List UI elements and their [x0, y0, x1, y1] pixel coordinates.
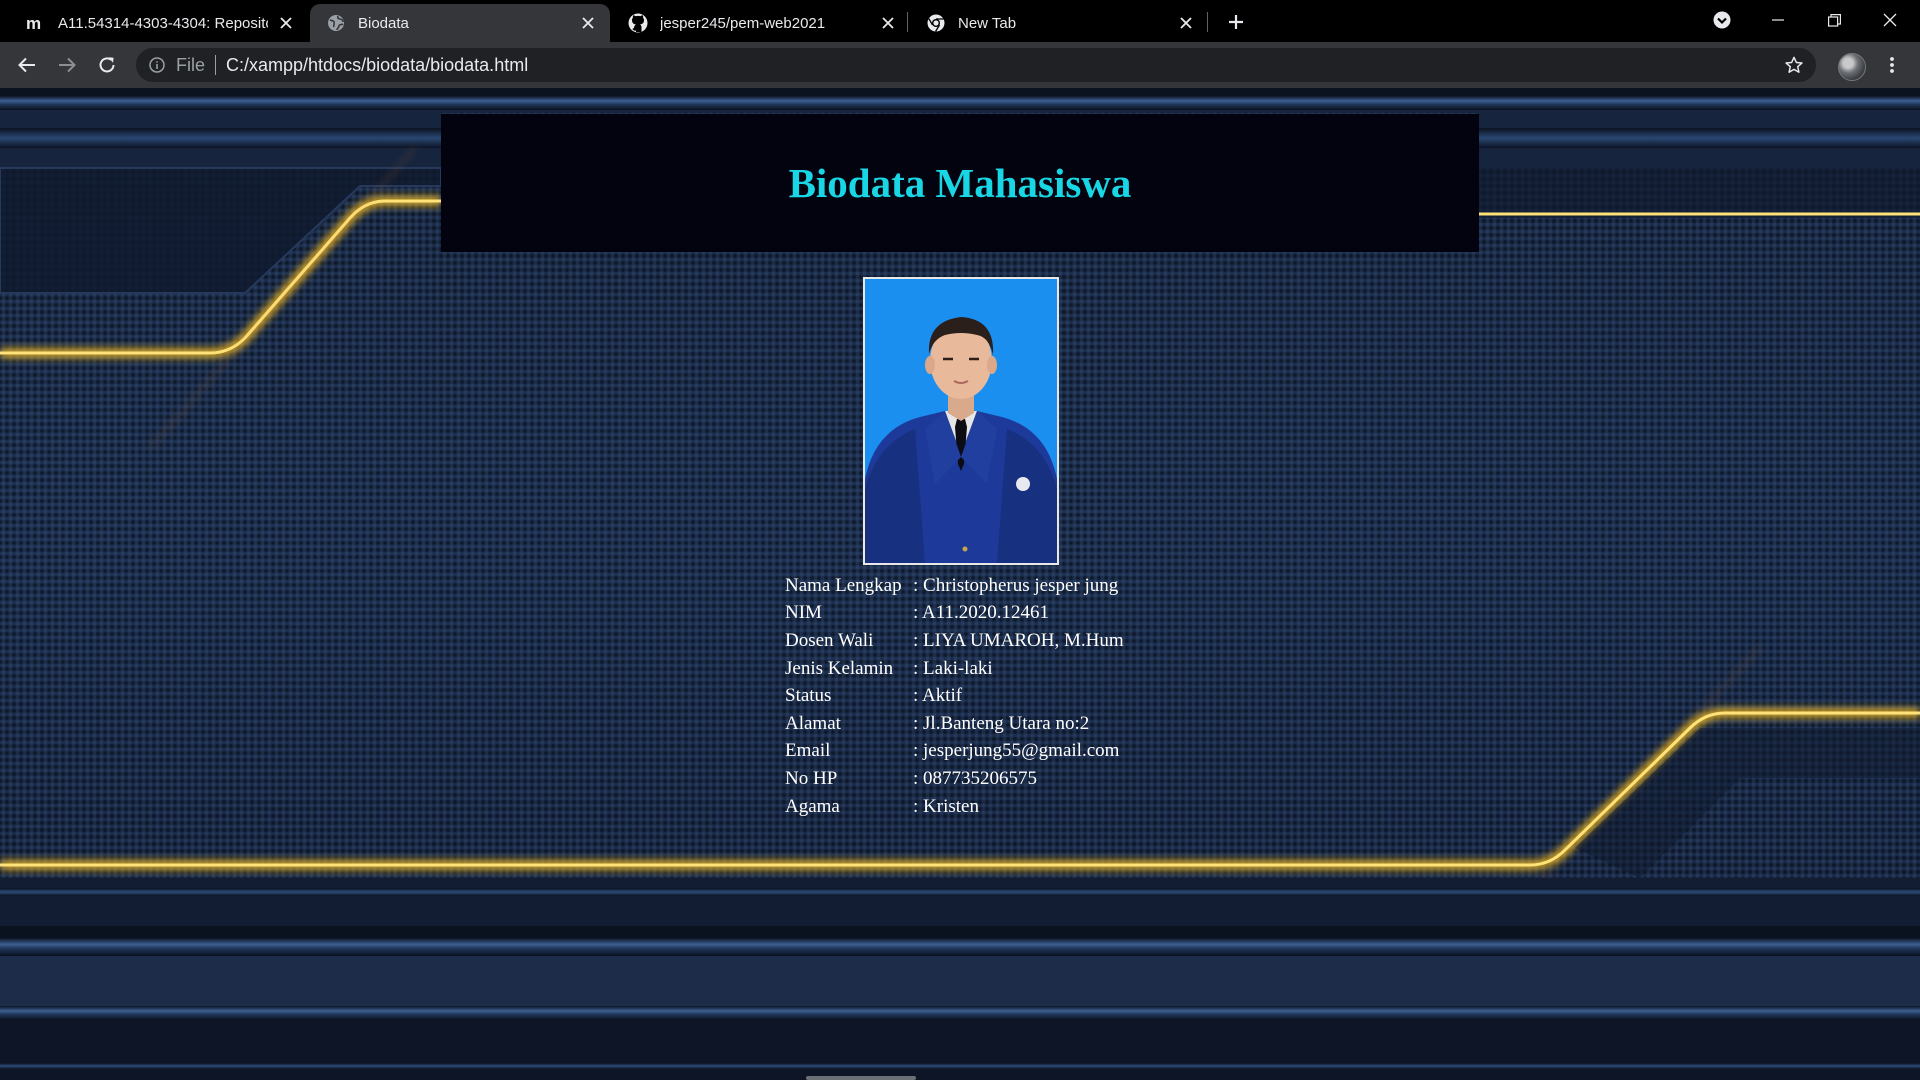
close-icon[interactable]: [276, 13, 296, 33]
tab-label: Biodata: [358, 14, 409, 32]
reload-button[interactable]: [91, 49, 123, 81]
plus-icon: [1229, 15, 1243, 29]
table-row: NIM : A11.2020.12461: [785, 600, 1124, 628]
student-photo: [863, 277, 1059, 565]
bookmark-star-icon[interactable]: [1784, 55, 1804, 75]
field-value: : Aktif: [913, 685, 963, 707]
url-text[interactable]: C:/xampp/htdocs/biodata/biodata.html: [226, 55, 528, 76]
back-button[interactable]: [11, 49, 43, 81]
field-value: : A11.2020.12461: [913, 602, 1049, 624]
restore-icon: [1827, 13, 1841, 27]
window-close-button[interactable]: [1862, 0, 1918, 40]
field-value: : Kristen: [913, 795, 979, 817]
table-row: Status : Aktif: [785, 682, 1124, 710]
table-row: Email : jesperjung55@gmail.com: [785, 738, 1124, 766]
field-label: Status: [785, 685, 832, 707]
field-value: : 087735206575: [913, 767, 1038, 789]
close-icon: [1883, 13, 1897, 27]
field-label: NIM: [785, 602, 822, 624]
scheme-label: File: [176, 54, 206, 75]
info-icon[interactable]: [148, 56, 166, 74]
close-icon[interactable]: [878, 13, 898, 33]
tab-biodata[interactable]: Biodata: [310, 4, 610, 42]
field-label: Jenis Kelamin: [785, 657, 894, 679]
tab-label: A11.54314-4303-4304: Repositor: [58, 14, 268, 32]
field-value: : jesperjung55@gmail.com: [913, 740, 1120, 762]
tab-moodle[interactable]: m A11.54314-4303-4304: Repositor: [10, 4, 308, 42]
arrow-left-icon: [18, 57, 35, 73]
menu-button[interactable]: [1876, 49, 1908, 81]
more-vert-icon: [1890, 57, 1894, 73]
field-label: Dosen Wali: [785, 629, 874, 651]
field-label: Nama Lengkap: [785, 574, 902, 596]
field-value: : Jl.Banteng Utara no:2: [913, 712, 1090, 734]
field-label: No HP: [785, 767, 838, 789]
close-icon[interactable]: [1176, 13, 1196, 33]
tab-new-tab[interactable]: New Tab: [910, 4, 1208, 42]
minimize-button[interactable]: [1750, 0, 1806, 40]
portrait-image: [865, 279, 1057, 563]
field-value: : Laki-laki: [913, 657, 993, 679]
tab-separator: [907, 12, 908, 32]
page-viewport[interactable]: Biodata Mahasiswa Nama Lengkap: Christo…: [0, 88, 1920, 1080]
chevron-down-icon: [1713, 11, 1731, 29]
profile-avatar[interactable]: [1838, 53, 1866, 81]
close-icon[interactable]: [578, 13, 598, 33]
table-row: Agama : Kristen: [785, 793, 1124, 821]
field-label: Email: [785, 740, 831, 762]
table-row: No HP : 087735206575: [785, 765, 1124, 793]
address-divider: [215, 55, 217, 75]
restore-button[interactable]: [1806, 0, 1862, 40]
tab-label: New Tab: [958, 14, 1017, 32]
tab-github[interactable]: jesper245/pem-web2021: [612, 4, 910, 42]
biodata-table: Nama Lengkap : Christopherus jesper jung…: [785, 572, 1124, 820]
page-title: Biodata Mahasiswa: [788, 160, 1132, 206]
arrow-right-icon: [59, 57, 76, 73]
field-label: Alamat: [785, 712, 841, 734]
reload-icon: [99, 57, 115, 73]
moodle-icon: m: [26, 13, 46, 33]
svg-text:m: m: [26, 15, 41, 31]
chrome-icon: [926, 13, 946, 33]
github-icon: [628, 13, 648, 33]
table-row: Alamat : Jl.Banteng Utara no:2: [785, 710, 1124, 738]
tab-strip: m A11.54314-4303-4304: Repositor Biodata…: [0, 0, 1920, 42]
table-row: Dosen Wali : LIYA UMAROH, M.Hum: [785, 627, 1124, 655]
field-value: : LIYA UMAROH, M.Hum: [913, 629, 1124, 651]
horizontal-scrollbar[interactable]: [806, 1076, 916, 1080]
table-row: Nama Lengkap : Christopherus jesper jung: [785, 572, 1124, 600]
address-bar[interactable]: File C:/xampp/htdocs/biodata/biodata.htm…: [136, 48, 1816, 82]
tab-separator: [1207, 12, 1208, 32]
forward-button[interactable]: [51, 49, 83, 81]
field-label: Agama: [785, 795, 840, 817]
field-value: : Christopherus jesper jung: [913, 574, 1119, 596]
minimize-icon: [1772, 19, 1784, 21]
tab-label: jesper245/pem-web2021: [660, 14, 826, 32]
page-header: Biodata Mahasiswa: [441, 114, 1479, 252]
table-row: Jenis Kelamin : Laki-laki: [785, 655, 1124, 683]
globe-icon: [326, 13, 346, 33]
tab-search-button[interactable]: [1694, 0, 1750, 40]
browser-toolbar: File C:/xampp/htdocs/biodata/biodata.htm…: [0, 42, 1920, 88]
new-tab-button[interactable]: [1222, 8, 1250, 36]
